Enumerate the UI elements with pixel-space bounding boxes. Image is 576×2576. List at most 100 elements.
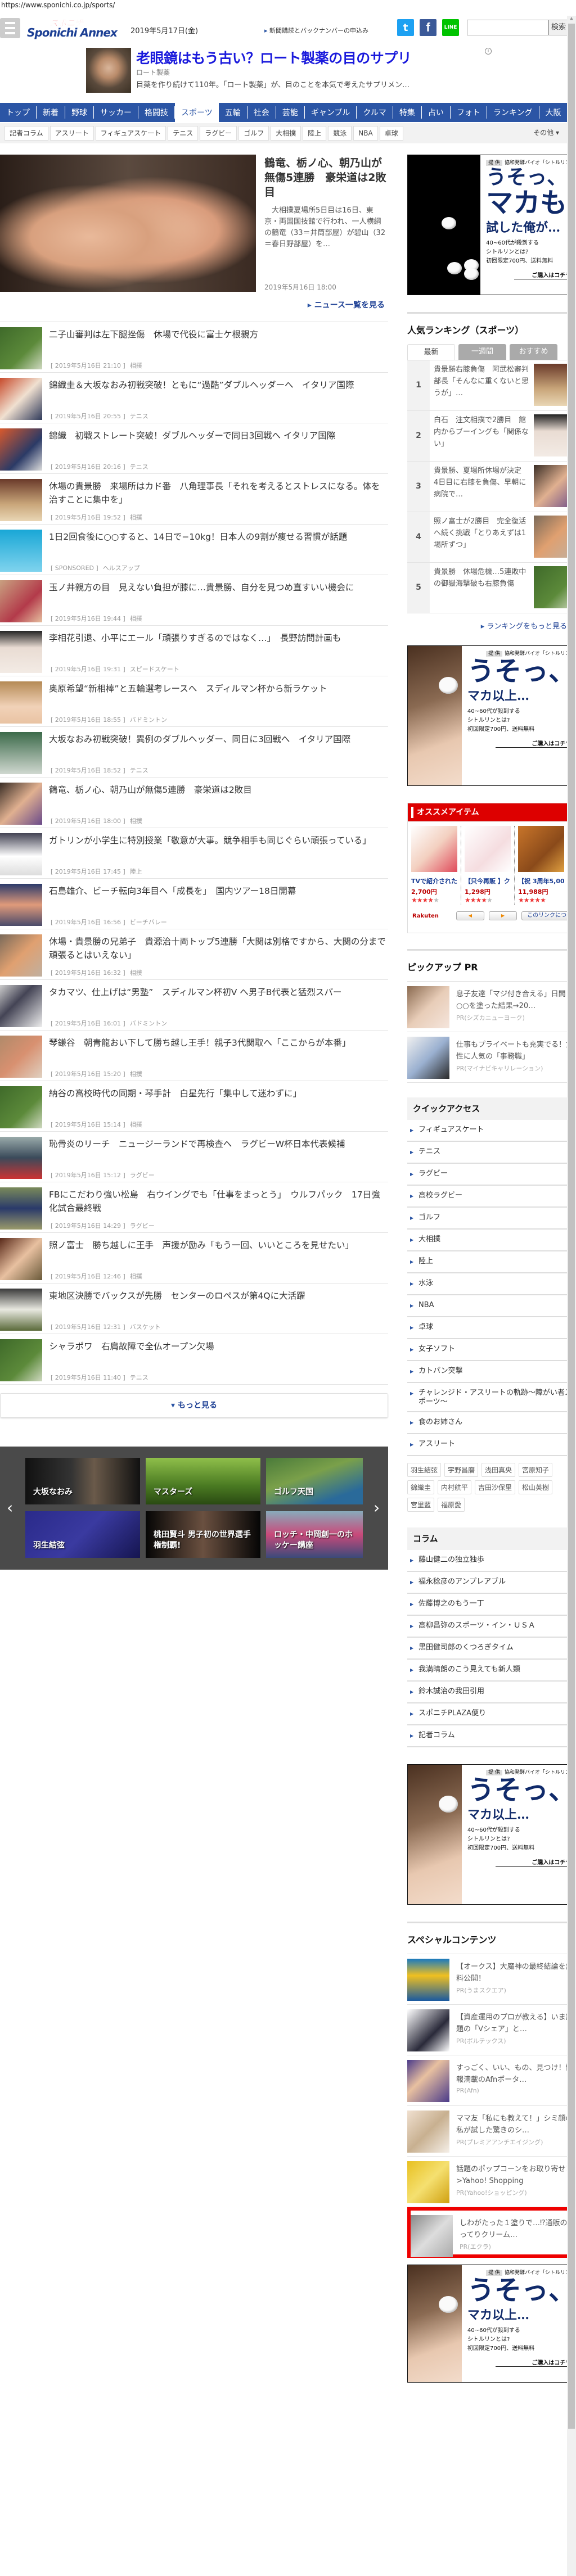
photo-tile[interactable]: ゴルフ天国 bbox=[266, 1458, 363, 1504]
news-category[interactable]: ビーチバレー bbox=[130, 919, 167, 926]
photo-tile[interactable]: ロッチ・中岡創一のホッケー講座 bbox=[266, 1511, 363, 1558]
news-item[interactable]: 大坂なおみ初戦突破！異例のダブルヘッダー、同日に3回戦へ イタリア国際 [ 201… bbox=[0, 727, 388, 778]
news-category[interactable]: ラグビー bbox=[130, 1172, 155, 1179]
news-item[interactable]: 錦織圭＆大坂なおみ初戦突破！ともに“過酷”ダブルヘッダーへ イタリア国際 [ 20… bbox=[0, 373, 388, 423]
load-more-button[interactable]: もっと見る bbox=[0, 1393, 388, 1418]
pr-item[interactable]: 【オークス】大魔神の最終結論を無料公開！ PR(うまスクエア) bbox=[407, 1954, 567, 2005]
pr-item[interactable]: しわがたった１塗りで…⁉通販のこってりクリーム… PR(エクラ) bbox=[407, 2207, 567, 2258]
ranking-tab[interactable]: 最新 bbox=[407, 344, 455, 360]
pr-item[interactable]: すっごく、いい、もの、見つけ！情報満載のAfnポータ… PR(Afn) bbox=[407, 2055, 567, 2106]
ranking-title[interactable]: 照ノ富士が2勝目 完全復活へ続く挑戦「とりあえずは1場所ずつ」 bbox=[434, 516, 529, 551]
product-name[interactable]: 【只今再販 】ク bbox=[465, 876, 511, 885]
news-category[interactable]: 相撲 bbox=[130, 362, 142, 369]
ad-banner[interactable]: 提 供協和発酵バイオ「シトルリン」うそっ、マカ以上…40~60代が殺到するシトル… bbox=[407, 2265, 567, 2383]
news-title[interactable]: 大坂なおみ初戦突破！異例のダブルヘッダー、同日に3回戦へ イタリア国際 bbox=[49, 733, 386, 746]
quick-access-link[interactable]: 水泳 bbox=[407, 1273, 567, 1295]
news-item[interactable]: 鶴竜、栃ノ心、朝乃山が無傷5連勝 豪栄道は2敗目 [ 2019年5月16日 18:… bbox=[0, 778, 388, 828]
sub-tab[interactable]: 大相撲 bbox=[271, 126, 302, 141]
ad-pill-image[interactable] bbox=[408, 1765, 462, 1904]
news-item[interactable]: 休場・貴景勝の兄弟子 貴源治十両トップ5連勝「大関は別格ですから、大関の分まで頑… bbox=[0, 929, 388, 980]
news-item[interactable]: 二子山審判は左下腿挫傷 休場で代役に富士ケ根親方 [ 2019年5月16日 21:… bbox=[0, 322, 388, 373]
news-thumbnail[interactable] bbox=[0, 732, 42, 774]
photo-tile[interactable]: 大坂なおみ bbox=[25, 1458, 140, 1504]
ad-text[interactable]: 提 供協和発酵バイオ「シトルリン」うそっ、マカ以上…40~60代が殺到するシトル… bbox=[462, 2265, 567, 2382]
menu-button[interactable] bbox=[0, 18, 20, 38]
pr-title[interactable]: 【資産運用のプロが教える】いま話題の「Vシェア」と… bbox=[456, 2012, 567, 2035]
nav-item[interactable]: 野球 bbox=[65, 106, 94, 119]
ad-buy-link[interactable]: ご購入はコチラ › bbox=[495, 1858, 567, 1867]
pr-title[interactable]: すっごく、いい、もの、見つけ！情報満載のAfnポータ… bbox=[456, 2062, 567, 2086]
scroll-up-icon[interactable]: ▲ bbox=[567, 16, 576, 24]
subscribe-link[interactable]: 新聞購読とバックナンバーの申込み bbox=[264, 26, 368, 35]
ad-pill-image[interactable] bbox=[408, 646, 462, 785]
ranking-item[interactable]: 1 貴景勝右膝負傷 阿武松審判部長「そんなに重くないと思うが」… bbox=[407, 360, 567, 411]
sub-tab[interactable]: 記者コラム bbox=[4, 126, 48, 141]
prev-button[interactable]: ◀ bbox=[456, 911, 484, 920]
pr-thumbnail[interactable] bbox=[407, 2060, 449, 2102]
news-thumbnail[interactable] bbox=[0, 1036, 42, 1078]
news-category[interactable]: スピードスケート bbox=[130, 666, 179, 673]
ranking-title[interactable]: 貴景勝右膝負傷 阿武松審判部長「そんなに重くないと思うが」… bbox=[434, 364, 529, 399]
news-item[interactable]: タカマツ、仕上げは“男塾” スディルマン杯初V へ男子B代表と猛烈スパー [ 20… bbox=[0, 980, 388, 1031]
news-category[interactable]: 陸上 bbox=[130, 868, 142, 875]
news-category[interactable]: 相撲 bbox=[130, 1121, 142, 1128]
pr-title[interactable]: ママ友「私にも教えて！」シミ顔の私が試した驚きのシ… bbox=[456, 2113, 567, 2136]
sub-tab[interactable]: 卓球 bbox=[379, 126, 403, 141]
ranking-tab[interactable]: 一週間 bbox=[458, 344, 506, 360]
ad-pill-image[interactable] bbox=[408, 2265, 462, 2382]
news-thumbnail[interactable] bbox=[0, 428, 42, 471]
column-link[interactable]: スポニチPLAZA便り bbox=[407, 1703, 567, 1725]
column-link[interactable]: 鈴木誠治の我田引用 bbox=[407, 1682, 567, 1703]
pr-title[interactable]: 話題のポップコーンをお取り寄せ！>Yahoo! Shopping bbox=[456, 2163, 567, 2187]
nav-item[interactable]: 新着 bbox=[37, 106, 65, 119]
athlete-tag[interactable]: 福原愛 bbox=[438, 1498, 465, 1512]
news-item[interactable]: 1日2回食後に○○すると、14日で−10kg！日本人の9割が痩せる習慣が話題 [ … bbox=[0, 525, 388, 575]
ad-buy-link[interactable]: ご購入はコチラ › bbox=[514, 270, 567, 279]
ranking-tab[interactable]: おすすめ bbox=[510, 344, 557, 360]
photo-tile[interactable]: 桃田賢斗 男子初の世界選手権制覇! bbox=[146, 1511, 260, 1558]
ad-banner[interactable]: 提 供協和発酵バイオ「シトルリン」うそっ、マカ以上…40~60代が殺到するシトル… bbox=[407, 645, 567, 786]
news-category[interactable]: バドミントン bbox=[130, 716, 167, 724]
news-thumbnail[interactable] bbox=[0, 479, 42, 521]
pr-item[interactable]: 仕事もプライベートも充実でる！女性に人気の「事務職」 PR(マイナビキャリレーショ… bbox=[407, 1032, 567, 1083]
news-category[interactable]: 相撲 bbox=[130, 817, 142, 825]
quick-access-link[interactable]: 女子ソフト bbox=[407, 1339, 567, 1361]
athlete-tag[interactable]: 宇野昌磨 bbox=[444, 1463, 479, 1477]
ranking-more-link[interactable]: ランキングをもっと見る bbox=[407, 620, 567, 631]
product-name[interactable]: TVで紹介された bbox=[411, 876, 457, 885]
news-item[interactable]: ガトリンが小学生に特別授業「敬意が大事。競争相手も同じぐらい頑張っている」 [ 2… bbox=[0, 828, 388, 879]
sub-tab[interactable]: フィギュアスケート bbox=[95, 126, 166, 141]
quick-access-link[interactable]: テニス bbox=[407, 1142, 567, 1164]
column-link[interactable]: 我満晴朗のこう見えても新人類 bbox=[407, 1660, 567, 1682]
ad-text[interactable]: 提 供協和発酵バイオ「シトルリン」うそっ、マカ以上…40~60代が殺到するシトル… bbox=[462, 646, 567, 785]
athlete-tag[interactable]: 宮里藍 bbox=[407, 1498, 435, 1512]
news-title[interactable]: タカマツ、仕上げは“男塾” スディルマン杯初V へ男子B代表と猛烈スパー bbox=[49, 986, 386, 999]
pr-item[interactable]: ママ友「私にも教えて！」シミ顔の私が試した驚きのシ… PR(プレミアアンチエイジン… bbox=[407, 2106, 567, 2157]
news-category[interactable]: 相撲 bbox=[130, 615, 142, 622]
nav-item[interactable]: サッカー bbox=[94, 106, 138, 119]
athlete-tag[interactable]: 宮原知子 bbox=[519, 1463, 553, 1477]
column-link[interactable]: 福永稔彦のアンプレアブル bbox=[407, 1572, 567, 1594]
pr-thumbnail[interactable] bbox=[407, 2110, 449, 2153]
featured-image[interactable] bbox=[0, 155, 256, 292]
news-item[interactable]: 納谷の高校時代の同期・琴手計 白星先行「集中して迷わずに」 [ 2019年5月16… bbox=[0, 1081, 388, 1132]
news-item[interactable]: FBにこだわり強い松島 右ウイングでも「仕事をまっとう」 ウルフパック 17日強… bbox=[0, 1182, 388, 1233]
ranking-thumbnail[interactable] bbox=[534, 465, 567, 507]
news-thumbnail[interactable] bbox=[0, 833, 42, 875]
news-thumbnail[interactable] bbox=[0, 681, 42, 724]
nav-item[interactable]: クルマ bbox=[357, 106, 393, 119]
next-button[interactable]: ▶ bbox=[489, 911, 517, 920]
news-category[interactable]: 相撲 bbox=[130, 969, 142, 977]
athlete-tag[interactable]: 松山英樹 bbox=[519, 1480, 553, 1494]
quick-access-link[interactable]: 高校ラグビー bbox=[407, 1186, 567, 1208]
news-thumbnail[interactable] bbox=[0, 884, 42, 926]
news-title[interactable]: 納谷の高校時代の同期・琴手計 白星先行「集中して迷わずに」 bbox=[49, 1087, 386, 1100]
news-title[interactable]: 照ノ富士 勝ち越しに王手 声援が励み「もう一回、いいところを見せたい」 bbox=[49, 1239, 386, 1252]
column-link[interactable]: 藤山健二の独立独歩 bbox=[407, 1550, 567, 1572]
news-thumbnail[interactable] bbox=[0, 985, 42, 1027]
news-title[interactable]: FBにこだわり強い松島 右ウイングでも「仕事をまっとう」 ウルフパック 17日強… bbox=[49, 1188, 386, 1215]
pr-item[interactable]: 話題のポップコーンをお取り寄せ！>Yahoo! Shopping PR(Yahoo… bbox=[407, 2157, 567, 2207]
sub-tab[interactable]: アスリート bbox=[50, 126, 94, 141]
product-item[interactable]: 【只今再販 】ク 1,298円 ★★★★★ bbox=[461, 826, 515, 905]
news-item[interactable]: 李相花引退、小平にエール「頑張りすぎるのではなく…」 長野訪問計画も [ 2019… bbox=[0, 626, 388, 676]
